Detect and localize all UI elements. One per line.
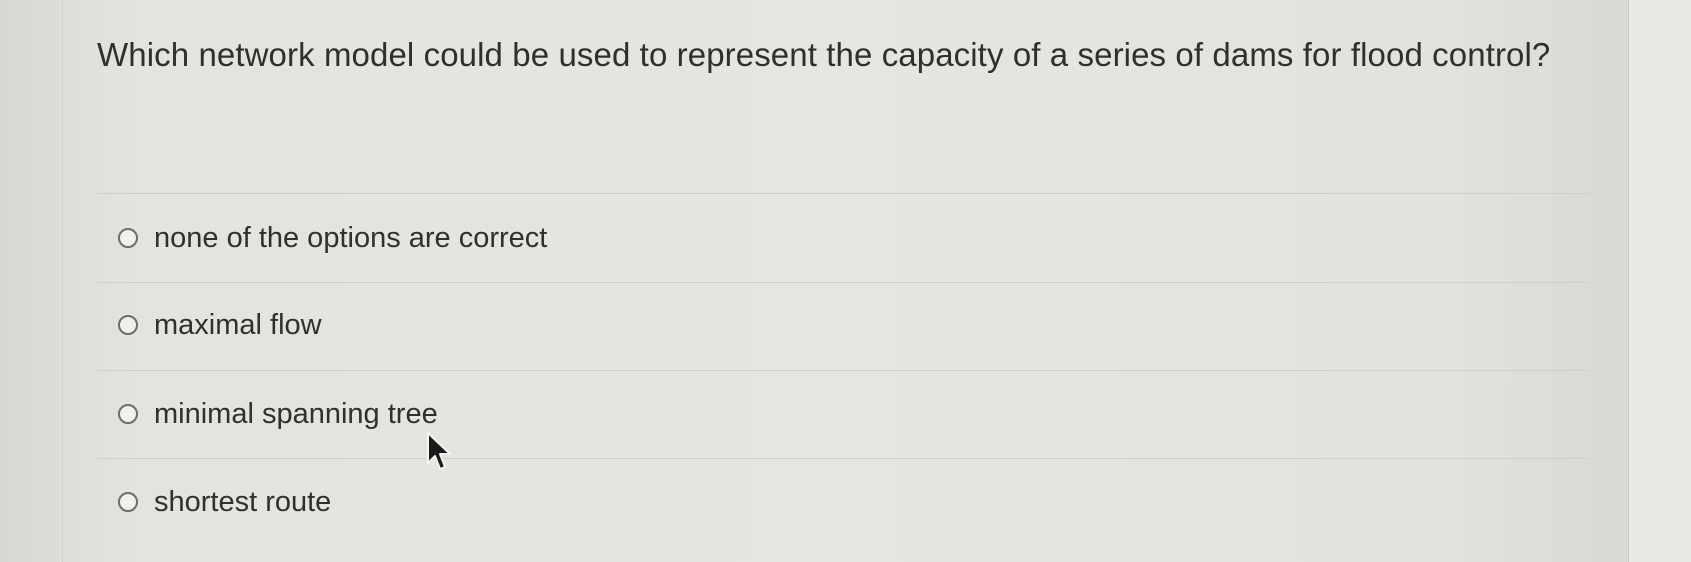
quiz-screen: Which network model could be used to rep… xyxy=(0,0,1691,562)
left-border xyxy=(62,0,63,562)
divider xyxy=(97,282,1589,283)
option-maximal-flow[interactable]: maximal flow xyxy=(118,305,322,345)
radio-button[interactable] xyxy=(118,404,138,424)
option-label: none of the options are correct xyxy=(154,221,548,254)
option-label: shortest route xyxy=(154,485,332,518)
divider xyxy=(97,458,1589,459)
divider xyxy=(97,193,1589,194)
right-panel xyxy=(1628,0,1691,562)
question-text: Which network model could be used to rep… xyxy=(97,36,1551,73)
option-none-of-the-options[interactable]: none of the options are correct xyxy=(118,218,547,258)
mouse-pointer-icon xyxy=(427,432,451,470)
option-label: maximal flow xyxy=(154,308,322,341)
option-minimal-spanning-tree[interactable]: minimal spanning tree xyxy=(118,394,438,434)
radio-button[interactable] xyxy=(118,315,138,335)
divider xyxy=(97,370,1589,371)
radio-button[interactable] xyxy=(118,228,138,248)
radio-button[interactable] xyxy=(118,492,138,512)
option-shortest-route[interactable]: shortest route xyxy=(118,482,331,522)
option-label: minimal spanning tree xyxy=(154,397,438,430)
